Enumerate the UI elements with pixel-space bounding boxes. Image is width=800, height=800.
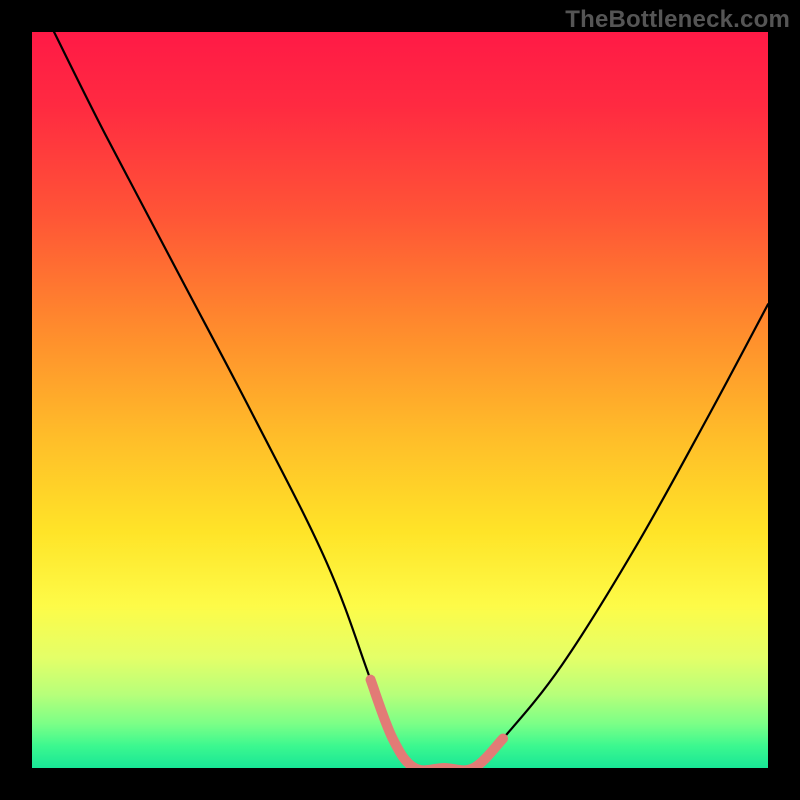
- bottleneck-curve: [54, 32, 768, 768]
- trough-highlight: [371, 680, 503, 768]
- chart-plot-area: [32, 32, 768, 768]
- chart-svg: [32, 32, 768, 768]
- watermark-text: TheBottleneck.com: [565, 6, 790, 34]
- chart-frame: TheBottleneck.com: [0, 0, 800, 800]
